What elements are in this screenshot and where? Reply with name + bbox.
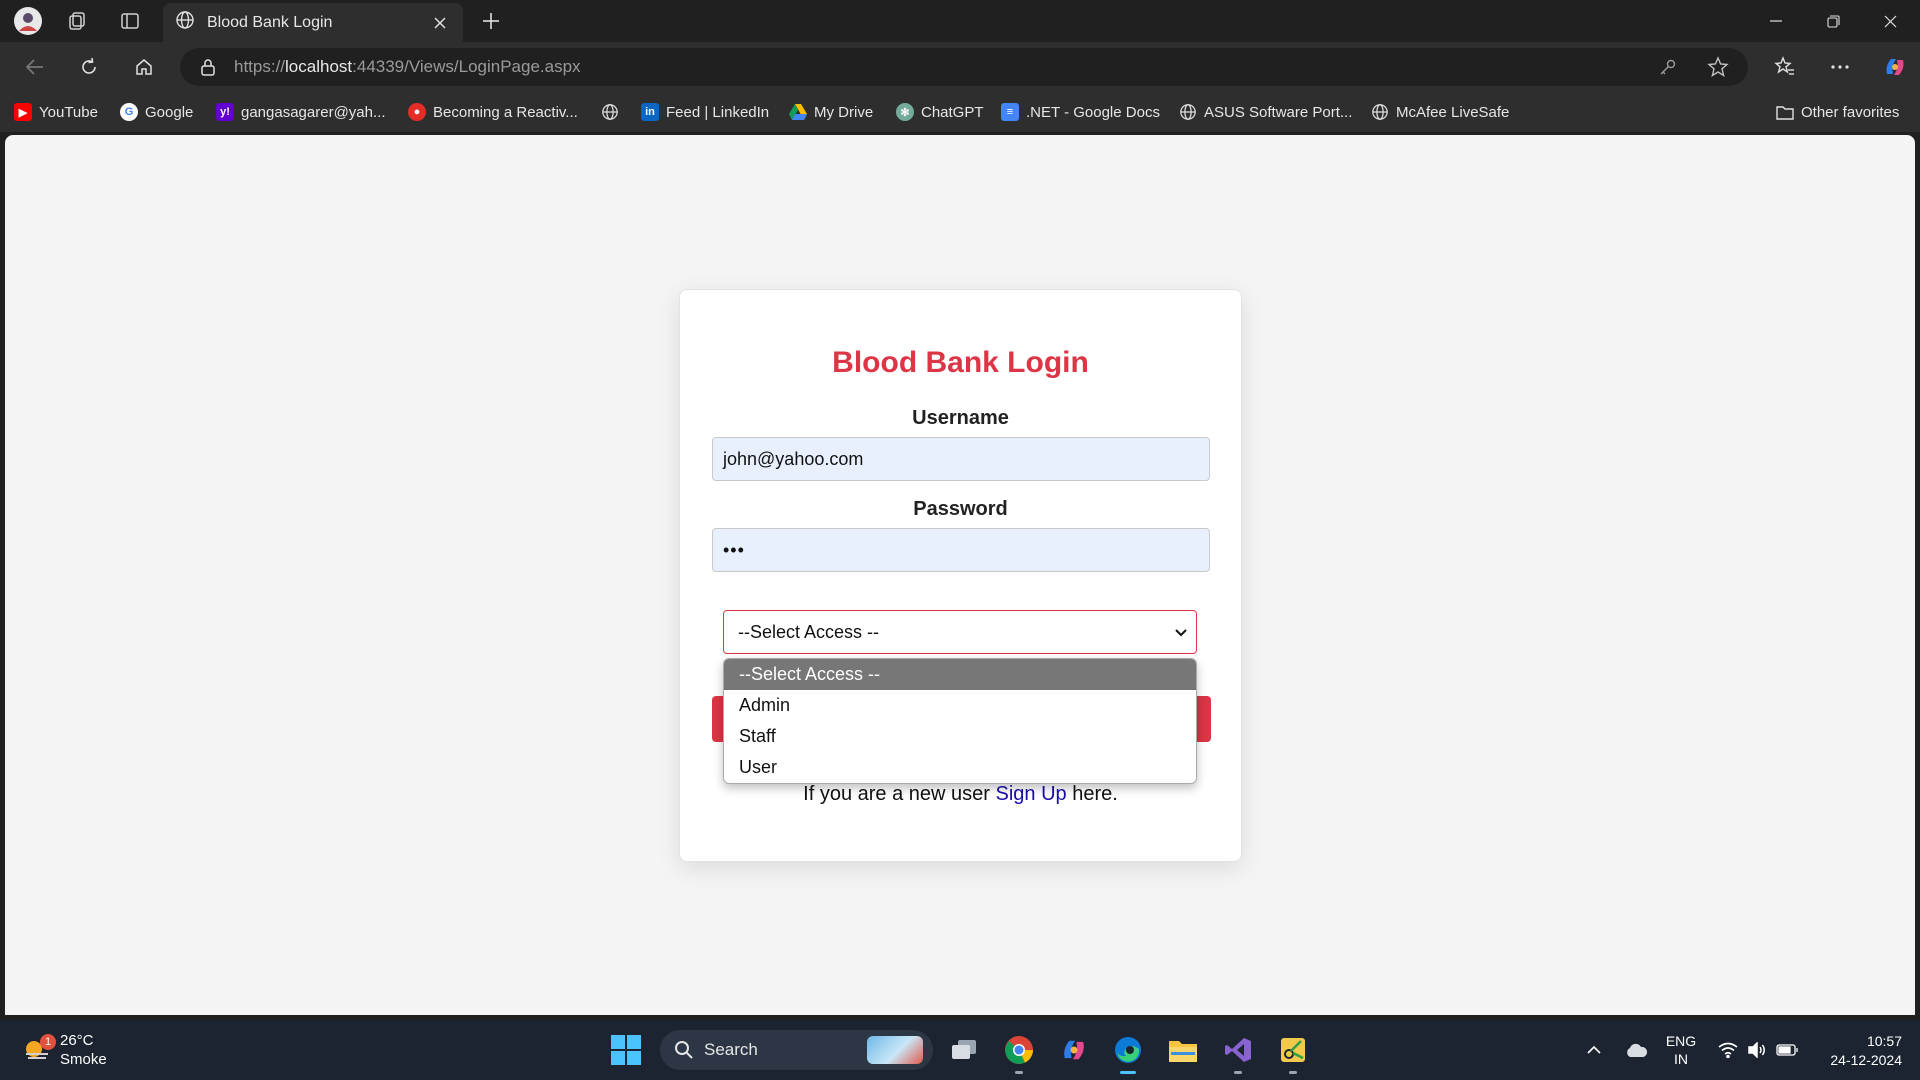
signup-text: If you are a new user Sign Up here. bbox=[803, 783, 1118, 805]
bookmark-globe[interactable] bbox=[601, 100, 626, 124]
copilot-app-icon[interactable] bbox=[1056, 1032, 1092, 1068]
bookmark-mcafee[interactable]: McAfee LiveSafe bbox=[1371, 100, 1509, 124]
youtube-icon: ▶ bbox=[14, 103, 32, 121]
globe-icon bbox=[1371, 103, 1389, 121]
password-input[interactable]: ••• bbox=[712, 528, 1210, 572]
task-view-icon[interactable] bbox=[946, 1032, 982, 1068]
taskbar: 1 26°C Smoke Search ENG IN 10:57 24-12-2… bbox=[0, 1020, 1920, 1080]
access-dropdown-list: --Select Access -- Admin Staff User bbox=[723, 658, 1197, 784]
battery-icon[interactable] bbox=[1774, 1030, 1800, 1070]
weather-badge: 1 bbox=[40, 1034, 56, 1050]
language-indicator[interactable]: ENG IN bbox=[1662, 1030, 1700, 1070]
weather-desc: Smoke bbox=[60, 1051, 107, 1068]
bookmark-net-google-docs[interactable]: ≡ .NET - Google Docs bbox=[1001, 100, 1160, 124]
restore-icon[interactable] bbox=[1805, 0, 1861, 42]
profile-avatar-icon[interactable] bbox=[12, 6, 44, 36]
clock-date: 24-12-2024 bbox=[1830, 1052, 1902, 1068]
other-favorites[interactable]: Other favorites bbox=[1776, 100, 1899, 124]
weather-widget[interactable]: 1 26°C Smoke bbox=[22, 1030, 107, 1070]
minimize-icon[interactable] bbox=[1748, 0, 1804, 42]
file-explorer-icon[interactable] bbox=[1165, 1032, 1201, 1068]
option-select-access[interactable]: --Select Access -- bbox=[724, 659, 1196, 690]
password-key-icon[interactable] bbox=[1653, 52, 1683, 82]
windows-logo-icon bbox=[611, 1035, 625, 1049]
clock-time: 10:57 bbox=[1866, 1033, 1902, 1049]
bookmark-chatgpt[interactable]: ✻ ChatGPT bbox=[896, 100, 984, 124]
show-hidden-icons-icon[interactable] bbox=[1582, 1030, 1606, 1070]
workspaces-icon[interactable] bbox=[61, 6, 93, 36]
new-tab-icon[interactable] bbox=[475, 6, 507, 36]
page-viewport: Blood Bank Login Username john@yahoo.com… bbox=[5, 135, 1915, 1015]
option-user[interactable]: User bbox=[724, 752, 1196, 783]
yahoo-icon: y! bbox=[216, 103, 234, 121]
bookmark-asus-software[interactable]: ASUS Software Port... bbox=[1179, 100, 1352, 124]
password-label: Password bbox=[913, 498, 1008, 520]
chrome-icon[interactable] bbox=[1001, 1032, 1037, 1074]
browser-titlebar: Blood Bank Login bbox=[0, 0, 1920, 42]
system-clock[interactable]: 10:57 24-12-2024 bbox=[1812, 1032, 1902, 1070]
signup-link[interactable]: Sign Up bbox=[996, 783, 1067, 805]
drive-icon bbox=[789, 103, 807, 121]
tab-blood-bank-login[interactable]: Blood Bank Login bbox=[163, 3, 463, 42]
lock-icon[interactable] bbox=[198, 57, 218, 77]
page-title: Blood Bank Login bbox=[832, 346, 1089, 379]
onedrive-icon[interactable] bbox=[1620, 1030, 1652, 1070]
weather-icon: 1 bbox=[22, 1034, 56, 1064]
favorite-star-icon[interactable] bbox=[1703, 52, 1733, 82]
url-text: https://localhost:44339/Views/LoginPage.… bbox=[234, 57, 581, 76]
search-icon bbox=[675, 1041, 693, 1059]
browser-toolbar: https://localhost:44339/Views/LoginPage.… bbox=[0, 42, 1920, 92]
start-button[interactable] bbox=[611, 1035, 641, 1065]
bookmark-youtube[interactable]: ▶ YouTube bbox=[14, 100, 98, 124]
bookmark-my-drive[interactable]: My Drive bbox=[789, 100, 873, 124]
bookmark-becoming-reactive[interactable]: ● Becoming a Reactiv... bbox=[408, 100, 578, 124]
close-window-icon[interactable] bbox=[1862, 0, 1918, 42]
vertical-tabs-icon[interactable] bbox=[114, 6, 146, 36]
bookmark-yahoo-mail[interactable]: y! gangasagarer@yah... bbox=[216, 100, 386, 124]
access-select[interactable]: --Select Access -- bbox=[723, 610, 1197, 654]
refresh-icon[interactable] bbox=[72, 51, 106, 83]
bookmark-google[interactable]: G Google bbox=[120, 100, 193, 124]
linkedin-icon: in bbox=[641, 103, 659, 121]
home-icon[interactable] bbox=[127, 51, 161, 83]
visual-studio-icon[interactable] bbox=[1220, 1032, 1256, 1074]
tab-title: Blood Bank Login bbox=[207, 13, 333, 31]
option-staff[interactable]: Staff bbox=[724, 721, 1196, 752]
globe-icon bbox=[175, 10, 195, 35]
taskbar-search[interactable]: Search bbox=[660, 1030, 933, 1070]
docs-icon: ≡ bbox=[1001, 103, 1019, 121]
favorites-list-icon[interactable] bbox=[1770, 52, 1800, 82]
folder-icon bbox=[1776, 103, 1794, 121]
volume-icon[interactable] bbox=[1745, 1030, 1769, 1070]
copilot-icon[interactable] bbox=[1880, 52, 1910, 82]
edge-icon[interactable] bbox=[1110, 1032, 1146, 1074]
back-icon[interactable] bbox=[18, 51, 52, 83]
bookmark-linkedin[interactable]: in Feed | LinkedIn bbox=[641, 100, 769, 124]
google-icon: G bbox=[120, 103, 138, 121]
chatgpt-icon: ✻ bbox=[896, 103, 914, 121]
bookmarks-bar: ▶ YouTube G Google y! gangasagarer@yah... ●… bbox=[0, 92, 1920, 132]
address-bar[interactable]: https://localhost:44339/Views/LoginPage.… bbox=[180, 48, 1748, 86]
snipping-tool-icon[interactable] bbox=[1275, 1032, 1311, 1074]
more-menu-icon[interactable] bbox=[1825, 52, 1855, 82]
search-highlight-image bbox=[867, 1036, 923, 1064]
red-circle-icon: ● bbox=[408, 103, 426, 121]
username-input[interactable]: john@yahoo.com bbox=[712, 437, 1210, 481]
chevron-down-icon bbox=[1172, 623, 1190, 641]
username-label: Username bbox=[912, 407, 1009, 429]
weather-temp: 26°C bbox=[60, 1032, 94, 1049]
option-admin[interactable]: Admin bbox=[724, 690, 1196, 721]
search-label: Search bbox=[704, 1040, 758, 1059]
globe-icon bbox=[601, 103, 619, 121]
wifi-icon[interactable] bbox=[1716, 1030, 1740, 1070]
access-select-value: --Select Access -- bbox=[738, 621, 880, 642]
globe-icon bbox=[1179, 103, 1197, 121]
close-tab-icon[interactable] bbox=[429, 12, 451, 34]
